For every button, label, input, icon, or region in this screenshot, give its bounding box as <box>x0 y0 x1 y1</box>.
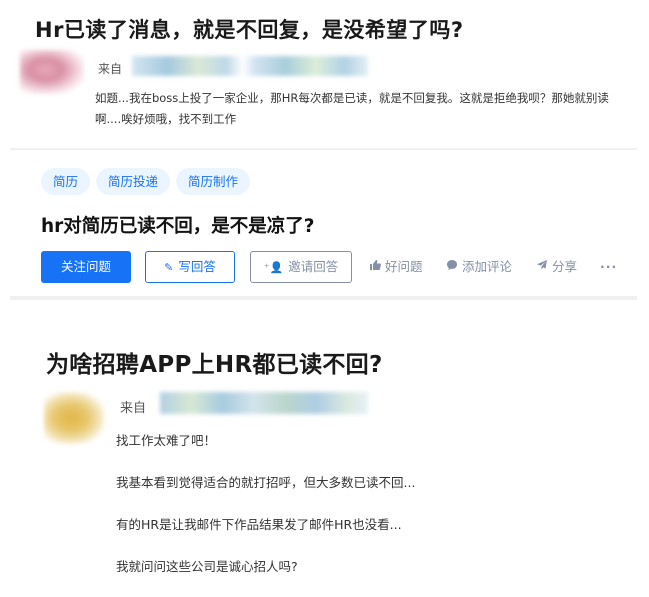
write-answer-button[interactable]: ✎ 写回答 <box>145 251 235 283</box>
divider <box>10 148 637 150</box>
thumbs-up-icon <box>369 251 381 283</box>
comment-bubble-icon <box>446 251 458 283</box>
add-comment-label: 添加评论 <box>462 259 513 274</box>
share-label: 分享 <box>552 259 578 274</box>
post-title[interactable]: Hr已读了消息，就是不回复，是没希望了吗? <box>35 14 464 44</box>
more-dots-icon[interactable]: ··· <box>600 251 617 283</box>
divider <box>10 296 637 300</box>
topic-tag[interactable]: 简历制作 <box>176 168 251 195</box>
write-answer-label: 写回答 <box>178 259 216 274</box>
add-comment-button[interactable]: 添加评论 <box>446 251 512 283</box>
follow-question-button[interactable]: 关注问题 <box>41 251 131 283</box>
avatar <box>20 50 84 94</box>
topic-tag[interactable]: 简历 <box>41 168 91 195</box>
post-paragraph: 我就问问这些公司是诚心招人吗? <box>116 559 298 574</box>
source-label: 来自 <box>98 62 123 76</box>
post-paragraph: 我基本看到觉得适合的就打招呼，但大多数已读不回... <box>116 475 416 490</box>
redacted-source <box>160 392 368 414</box>
add-user-icon: ⁺👤 <box>263 261 284 274</box>
post-paragraph: 找工作太难了吧！ <box>116 433 217 448</box>
follow-question-label: 关注问题 <box>60 259 111 274</box>
share-button[interactable]: 分享 <box>536 251 577 283</box>
good-question-label: 好问题 <box>385 259 423 274</box>
question-title[interactable]: hr对简历已读不回，是不是凉了? <box>41 212 315 238</box>
invite-answer-label: 邀请回答 <box>288 259 339 274</box>
redacted-source <box>132 56 368 76</box>
pencil-icon: ✎ <box>164 261 174 274</box>
post-body: 找工作太难了吧！ 我基本看到觉得适合的就打招呼，但大多数已读不回... 有的HR… <box>116 430 616 597</box>
paper-plane-icon <box>536 251 548 283</box>
topic-tag[interactable]: 简历投递 <box>96 168 171 195</box>
post-paragraph: 有的HR是让我邮件下作品结果发了邮件HR也没看... <box>116 517 402 532</box>
source-label: 来自 <box>120 401 147 416</box>
post-title[interactable]: 为啥招聘APP上HR都已读不回? <box>46 345 383 379</box>
avatar <box>44 392 104 444</box>
good-question-button[interactable]: 好问题 <box>369 251 423 283</box>
post-body: 如题...我在boss上投了一家企业，那HR每次都是已读，就是不回复我。这就是拒… <box>95 91 609 126</box>
question-actions: 关注问题 ✎ 写回答 ⁺👤 邀请回答 好问题 添加评论 分享 ··· <box>41 251 621 283</box>
invite-answer-button[interactable]: ⁺👤 邀请回答 <box>250 251 352 283</box>
topic-tags: 简历 简历投递 简历制作 <box>41 168 251 195</box>
